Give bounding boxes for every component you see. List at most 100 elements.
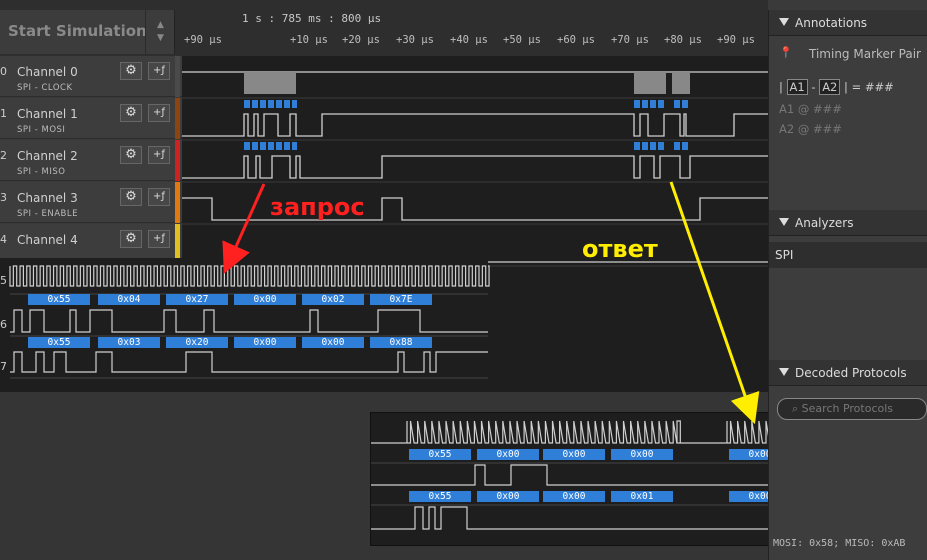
decoded-byte-label[interactable]: 0x27 xyxy=(166,294,228,305)
collapse-triangle-icon[interactable] xyxy=(779,218,789,226)
channel-index: 3 xyxy=(0,191,7,204)
decoded-byte-label[interactable]: 0x00 xyxy=(477,491,539,502)
trigger-icon[interactable]: +ƒ xyxy=(148,146,170,164)
annotations-header[interactable]: Annotations xyxy=(769,10,927,36)
channel-1-waveform xyxy=(182,113,768,137)
ruler-tick: +70 µs xyxy=(611,34,649,46)
collapse-triangle-icon[interactable] xyxy=(779,18,789,26)
timing-marker-pair-label[interactable]: Timing Marker Pair xyxy=(809,47,921,61)
pin-icon[interactable]: 📍 xyxy=(779,46,793,59)
channel-analyzer-label: SPI - CLOCK xyxy=(17,83,73,93)
channel-name: Channel 0 xyxy=(17,65,78,79)
request-inset-svg xyxy=(9,265,490,379)
time-ruler[interactable]: 1 s : 785 ms : 800 µs +90 µs +10 µs +20 … xyxy=(182,10,768,56)
channel-analyzer-label: SPI - MOSI xyxy=(17,125,66,135)
trigger-icon[interactable]: +ƒ xyxy=(148,62,170,80)
channel-index: 2 xyxy=(0,149,7,162)
request-annotation: запрос xyxy=(270,193,365,221)
decoded-byte-label[interactable]: 0x03 xyxy=(98,337,160,348)
ruler-tick: +60 µs xyxy=(557,34,595,46)
ruler-tick: +30 µs xyxy=(396,34,434,46)
decoded-byte-label[interactable]: 0x04 xyxy=(98,294,160,305)
ruler-tick: +10 µs xyxy=(290,34,328,46)
channel-index: 1 xyxy=(0,107,7,120)
channel-1-decode-blocks xyxy=(244,142,688,150)
channel-color-strip xyxy=(175,140,180,181)
channel-0-decode-blocks xyxy=(244,100,688,108)
trigger-icon[interactable]: +ƒ xyxy=(148,230,170,248)
trigger-icon[interactable]: +ƒ xyxy=(148,188,170,206)
channel-2-waveform xyxy=(182,155,768,179)
channel-0-waveform xyxy=(182,71,768,94)
channel-analyzer-label: SPI - ENABLE xyxy=(17,209,78,219)
ruler-tick: +80 µs xyxy=(664,34,702,46)
channel-row-0[interactable]: 0 Channel 0 SPI - CLOCK ⚙ +ƒ xyxy=(0,56,182,97)
channel-row-2[interactable]: 2 Channel 2 SPI - MISO ⚙ +ƒ xyxy=(0,140,182,181)
decoded-byte-label[interactable]: 0x00 xyxy=(234,294,296,305)
analyzers-header[interactable]: Analyzers xyxy=(769,210,927,236)
annotations-title: Annotations xyxy=(795,16,868,30)
decoded-protocol-row[interactable]: MOSI: 0x58; MISO: 0xAB xyxy=(773,538,905,549)
decoded-byte-label[interactable]: 0x7E xyxy=(370,294,432,305)
decoded-byte-label[interactable]: 0x00 xyxy=(543,449,605,460)
gear-icon[interactable]: ⚙ xyxy=(120,230,142,248)
gear-icon[interactable]: ⚙ xyxy=(120,188,142,206)
ruler-tick: +90 µs xyxy=(717,34,755,46)
channel-name: Channel 4 xyxy=(17,233,78,247)
decoded-byte-label[interactable]: 0x88 xyxy=(370,337,432,348)
search-protocols-input[interactable]: ⌕ Search Protocols xyxy=(777,398,927,420)
response-annotation: ответ xyxy=(582,235,658,263)
decoded-byte-label[interactable]: 0x55 xyxy=(28,337,90,348)
decoded-byte-label[interactable]: 0x00 xyxy=(477,449,539,460)
channel-name: Channel 1 xyxy=(17,107,78,121)
annotation-a2-row: A2 @ ### xyxy=(779,122,842,136)
marker-a1-badge[interactable]: A1 xyxy=(786,79,808,95)
analyzers-title: Analyzers xyxy=(795,216,854,230)
decoded-protocols-header[interactable]: Decoded Protocols xyxy=(769,360,927,386)
channel-row-1[interactable]: 1 Channel 1 SPI - MOSI ⚙ +ƒ xyxy=(0,98,182,139)
request-zoom-inset: 5 6 7 0x55 0x04 0x27 0x00 0x02 0x7E 0x55 0x03 0x… xyxy=(0,258,490,392)
start-simulation-button[interactable]: Start Simulation ▲ ▼ xyxy=(0,10,175,54)
decoded-byte-label[interactable]: 0x55 xyxy=(28,294,90,305)
ruler-tick: +50 µs xyxy=(503,34,541,46)
right-panel: Annotations 📍 Timing Marker Pair | A1 - … xyxy=(768,10,927,560)
annotation-a1-row: A1 @ ### xyxy=(779,102,842,116)
gear-icon[interactable]: ⚙ xyxy=(120,104,142,122)
decoded-byte-label[interactable]: 0x02 xyxy=(302,294,364,305)
decoded-byte-label[interactable]: 0x00 xyxy=(234,337,296,348)
decoded-protocols-title: Decoded Protocols xyxy=(795,366,907,380)
annotation-formula: | A1 - A2 | = ### xyxy=(779,79,894,95)
channel-index: 4 xyxy=(0,233,7,246)
ruler-tick: +20 µs xyxy=(342,34,380,46)
trigger-icon[interactable]: +ƒ xyxy=(148,104,170,122)
channel-index: 0 xyxy=(0,65,7,78)
decoded-byte-label[interactable]: 0x00 xyxy=(543,491,605,502)
decoded-byte-label[interactable]: 0x01 xyxy=(611,491,673,502)
collapse-triangle-icon[interactable] xyxy=(779,368,789,376)
channel-color-strip xyxy=(175,56,180,97)
search-icon: ⌕ xyxy=(792,402,802,415)
ruler-main-time: 1 s : 785 ms : 800 µs xyxy=(242,12,382,25)
gear-icon[interactable]: ⚙ xyxy=(120,62,142,80)
decoded-byte-label[interactable]: 0x55 xyxy=(409,449,471,460)
start-simulation-label: Start Simulation xyxy=(8,22,147,40)
ruler-tick: +90 µs xyxy=(184,34,222,46)
simulation-dropdown-icon[interactable]: ▲ ▼ xyxy=(145,10,175,54)
marker-a2-badge[interactable]: A2 xyxy=(819,79,841,95)
channel-name: Channel 3 xyxy=(17,191,78,205)
decoded-byte-label[interactable]: 0x20 xyxy=(166,337,228,348)
annotation-value: = ### xyxy=(851,80,894,94)
decoded-byte-label[interactable]: 0x00 xyxy=(302,337,364,348)
channel-row-3[interactable]: 3 Channel 3 SPI - ENABLE ⚙ +ƒ xyxy=(0,182,182,223)
search-placeholder: Search Protocols xyxy=(801,402,894,415)
analyzer-item-spi[interactable]: SPI xyxy=(769,242,927,268)
decoded-byte-label[interactable]: 0x55 xyxy=(409,491,471,502)
decoded-byte-label[interactable]: 0x00 xyxy=(611,449,673,460)
channel-name: Channel 2 xyxy=(17,149,78,163)
channel-analyzer-label: SPI - MISO xyxy=(17,167,66,177)
analyzer-item-label: SPI xyxy=(775,248,794,262)
channel-color-strip xyxy=(175,182,180,223)
ruler-tick: +40 µs xyxy=(450,34,488,46)
channel-color-strip xyxy=(175,98,180,139)
gear-icon[interactable]: ⚙ xyxy=(120,146,142,164)
